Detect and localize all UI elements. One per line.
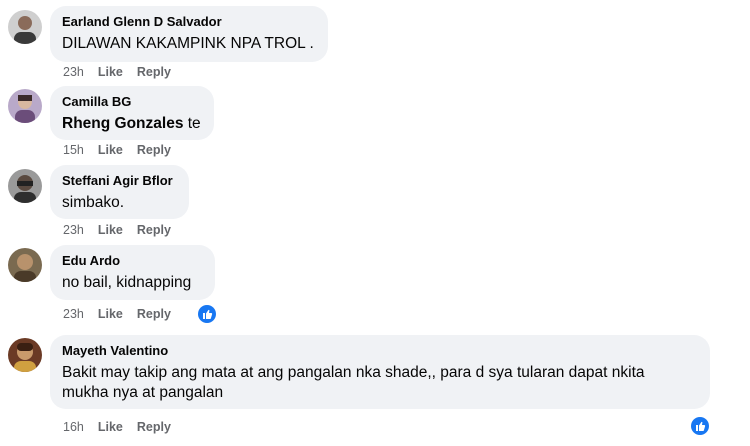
comment-text: DILAWAN KAKAMPINK NPA TROL .	[62, 35, 314, 52]
comment-text: simbako.	[62, 194, 125, 211]
like-button[interactable]: Like	[98, 306, 123, 322]
reply-button[interactable]: Reply	[137, 306, 171, 322]
like-button[interactable]: Like	[98, 142, 123, 158]
comment-author[interactable]: Camilla BG	[62, 94, 202, 110]
reply-button[interactable]: Reply	[137, 64, 171, 80]
reply-button[interactable]: Reply	[137, 419, 171, 435]
like-button[interactable]: Like	[98, 222, 123, 238]
avatar[interactable]	[8, 10, 42, 44]
comment-author[interactable]: Steffani Agir Bflor	[62, 173, 177, 189]
comment-bubble: Camilla BG Rheng Gonzales te	[50, 86, 214, 140]
like-button[interactable]: Like	[98, 64, 123, 80]
avatar[interactable]	[8, 89, 42, 123]
comment-actions: 23h Like Reply	[63, 222, 171, 238]
comment-actions: 23h Like Reply	[63, 64, 171, 80]
avatar[interactable]	[8, 338, 42, 372]
like-reaction-icon[interactable]	[198, 305, 216, 323]
avatar[interactable]	[8, 169, 42, 203]
comment-text: no bail, kidnapping	[62, 274, 192, 291]
like-reaction-icon[interactable]	[691, 417, 709, 435]
comment-text-line1: Bakit may takip ang mata at ang pangalan…	[62, 364, 645, 381]
comment-author[interactable]: Earland Glenn D Salvador	[62, 14, 316, 30]
comment-bubble: Mayeth Valentino Bakit may takip ang mat…	[50, 335, 710, 409]
comment-bubble: Steffani Agir Bflor simbako.	[50, 165, 189, 219]
comment-author[interactable]: Edu Ardo	[62, 253, 203, 269]
mention-link[interactable]: Rheng Gonzales	[62, 115, 183, 132]
reply-button[interactable]: Reply	[137, 142, 171, 158]
comment-actions: 15h Like Reply	[63, 142, 171, 158]
comment-bubble: Earland Glenn D Salvador DILAWAN KAKAMPI…	[50, 6, 328, 62]
comment-time[interactable]: 23h	[63, 64, 84, 80]
comment-time[interactable]: 23h	[63, 306, 84, 322]
comment-time[interactable]: 23h	[63, 222, 84, 238]
comment-text-tail: te	[183, 115, 201, 132]
comment-text: Rheng Gonzales te	[62, 114, 202, 134]
comment-time[interactable]: 15h	[63, 142, 84, 158]
comment-bubble: Edu Ardo no bail, kidnapping	[50, 245, 215, 300]
comment-author[interactable]: Mayeth Valentino	[62, 343, 698, 359]
comment-actions: 23h Like Reply	[63, 306, 171, 322]
comment-time[interactable]: 16h	[63, 419, 84, 435]
like-button[interactable]: Like	[98, 419, 123, 435]
comment-text-line2: mukha nya at pangalan	[62, 384, 224, 401]
comment-actions: 16h Like Reply	[63, 419, 171, 435]
reply-button[interactable]: Reply	[137, 222, 171, 238]
avatar[interactable]	[8, 248, 42, 282]
